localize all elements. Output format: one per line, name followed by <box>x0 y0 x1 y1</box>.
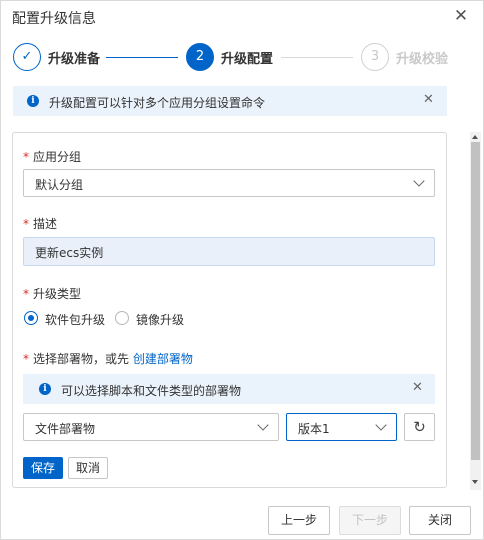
upgrade-config-dialog: 配置升级信息 ✕ ✓ 升级准备 2 升级配置 3 升级校验 i 升级配置可以针对… <box>0 0 484 540</box>
artifact-value: 文件部署物 <box>35 422 96 436</box>
alert-close-icon[interactable]: ✕ <box>412 380 423 395</box>
scroll-up-icon[interactable] <box>472 135 478 139</box>
version-select[interactable]: 版本1 <box>286 413 397 441</box>
app-group-label: * 应用分组 <box>23 150 82 164</box>
refresh-button[interactable]: ↻ <box>404 413 435 441</box>
radio-image-upgrade[interactable] <box>115 311 129 325</box>
radio-package-upgrade[interactable] <box>24 311 38 325</box>
alert-close-icon[interactable]: ✕ <box>423 92 434 107</box>
upgrade-type-label: * 升级类型 <box>23 287 82 301</box>
radio-image-upgrade-label[interactable]: 镜像升级 <box>136 311 184 328</box>
info-icon: i <box>39 383 51 395</box>
deploy-alert-text: 可以选择脚本和文件类型的部署物 <box>61 384 242 398</box>
close-button[interactable]: 关闭 <box>409 506 471 535</box>
step-1-label: 升级准备 <box>48 52 101 67</box>
deploy-label: * 选择部署物，或先 创建部署物 <box>23 352 193 366</box>
radio-package-upgrade-label[interactable]: 软件包升级 <box>45 311 105 328</box>
refresh-icon: ↻ <box>413 418 426 436</box>
prev-step-button[interactable]: 上一步 <box>268 506 330 535</box>
next-step-button[interactable]: 下一步 <box>339 506 401 535</box>
dialog-title: 配置升级信息 <box>12 11 96 27</box>
cancel-button[interactable]: 取消 <box>68 457 108 479</box>
chevron-down-icon <box>375 419 387 431</box>
step-2-number: 2 <box>186 43 214 71</box>
scrollbar-thumb[interactable] <box>471 142 480 460</box>
deploy-info-alert: i 可以选择脚本和文件类型的部署物 ✕ <box>23 374 435 404</box>
description-label: * 描述 <box>23 217 58 231</box>
app-group-value: 默认分组 <box>35 178 84 192</box>
artifact-select[interactable]: 文件部署物 <box>23 413 279 441</box>
create-artifact-link[interactable]: 创建部署物 <box>133 352 193 366</box>
description-value: 更新ecs实例 <box>35 246 104 260</box>
info-alert-text: 升级配置可以针对多个应用分组设置命令 <box>49 96 266 110</box>
app-group-select[interactable]: 默认分组 <box>23 169 435 197</box>
step-connector-1 <box>106 57 178 58</box>
close-icon[interactable]: ✕ <box>451 5 471 27</box>
version-value: 版本1 <box>298 422 330 436</box>
step-1-check-icon: ✓ <box>13 43 41 71</box>
chevron-down-icon <box>257 419 269 431</box>
step-3-number: 3 <box>361 43 389 71</box>
step-3-label: 升级校验 <box>396 52 449 67</box>
description-input[interactable]: 更新ecs实例 <box>23 237 435 266</box>
info-icon: i <box>27 95 39 107</box>
step-2-label: 升级配置 <box>221 52 274 67</box>
info-alert: i 升级配置可以针对多个应用分组设置命令 ✕ <box>13 86 447 116</box>
save-button[interactable]: 保存 <box>23 457 63 479</box>
step-connector-2 <box>281 57 353 58</box>
scroll-down-icon[interactable] <box>472 480 478 484</box>
chevron-down-icon <box>413 175 425 187</box>
